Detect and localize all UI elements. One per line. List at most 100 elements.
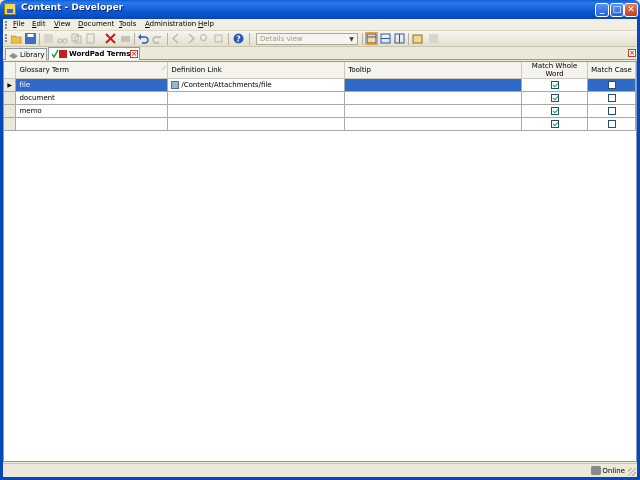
match-case-cell[interactable] — [587, 78, 636, 92]
match-whole-word-checkbox[interactable] — [550, 81, 559, 89]
tab-wordpad-terms[interactable]: WordPad Terms × — [48, 47, 140, 60]
window-title: Content - Developer — [21, 3, 124, 13]
match-case-cell[interactable] — [587, 117, 636, 131]
paste-icon[interactable] — [85, 33, 96, 44]
tooltip-cell[interactable] — [344, 78, 523, 92]
find-icon[interactable] — [199, 33, 210, 44]
glossary-term-cell[interactable]: file — [15, 78, 169, 92]
menu-view[interactable]: View — [54, 20, 71, 28]
layout-horizontal-icon[interactable] — [380, 33, 391, 44]
forward-icon[interactable] — [185, 33, 196, 44]
network-icon — [591, 466, 601, 475]
toolbar-separator — [39, 33, 40, 45]
row-header[interactable] — [4, 104, 17, 118]
menu-tools[interactable]: Tools — [119, 20, 136, 28]
menu-administration[interactable]: Administration — [145, 20, 196, 28]
row-header[interactable] — [4, 91, 17, 105]
menu-file[interactable]: File — [13, 20, 25, 28]
menu-help[interactable]: Help — [198, 20, 214, 28]
svg-text:?: ? — [236, 35, 241, 44]
toolbar-grip-icon[interactable] — [5, 34, 7, 42]
toolbar: ? Details view ▼ — [3, 31, 637, 47]
match-case-cell[interactable] — [587, 91, 636, 105]
tab-strip: Library WordPad Terms × — [3, 47, 637, 60]
definition-link-cell[interactable] — [167, 91, 346, 105]
preview-icon[interactable] — [412, 33, 423, 44]
column-header-definition-link[interactable]: Definition Link — [167, 62, 346, 79]
redo-icon[interactable] — [152, 33, 163, 44]
column-header-match-whole-word[interactable]: Match Whole Word — [521, 62, 588, 79]
cut-icon[interactable] — [57, 33, 68, 44]
menu-edit[interactable]: Edit — [32, 20, 46, 28]
match-whole-word-cell[interactable] — [521, 104, 588, 118]
tooltip-cell[interactable] — [344, 117, 523, 131]
back-icon[interactable] — [171, 33, 182, 44]
match-whole-word-checkbox[interactable] — [550, 107, 559, 115]
match-case-checkbox[interactable] — [607, 120, 616, 128]
glossary-term-cell[interactable] — [15, 117, 169, 131]
match-case-checkbox[interactable] — [607, 107, 616, 115]
minimize-button[interactable]: _ — [595, 3, 609, 17]
row-pointer-icon[interactable]: ▶ — [4, 78, 17, 92]
title-bar[interactable]: Content - Developer _ □ ✕ — [0, 0, 640, 19]
close-tab-icon[interactable]: × — [130, 50, 138, 58]
match-whole-word-cell[interactable] — [521, 117, 588, 131]
table-row[interactable]: memo — [4, 104, 636, 118]
delete-icon[interactable] — [105, 33, 116, 44]
tooltip-cell[interactable] — [344, 104, 523, 118]
table-row-new[interactable] — [4, 117, 636, 131]
match-whole-word-cell[interactable] — [521, 91, 588, 105]
row-header[interactable] — [4, 117, 17, 131]
column-header-match-case[interactable]: Match Case — [587, 62, 636, 79]
toolbar-separator — [249, 33, 250, 45]
chevron-down-icon[interactable]: ▼ — [347, 35, 356, 44]
match-case-checkbox[interactable] — [607, 81, 616, 89]
definition-link-cell[interactable]: /Content/Attachments/file — [167, 78, 346, 92]
replace-icon[interactable] — [213, 33, 224, 44]
save-icon[interactable] — [25, 33, 36, 44]
glossary-term-cell[interactable]: document — [15, 91, 169, 105]
tab-library-label: Library — [20, 51, 45, 59]
glossary-table: Glossary Term ⁄ Definition Link Tooltip M… — [4, 62, 636, 131]
toolbar-separator — [408, 33, 409, 45]
export-icon[interactable] — [428, 33, 439, 44]
definition-link-cell[interactable] — [167, 104, 346, 118]
view-select[interactable]: Details view ▼ — [256, 33, 358, 45]
column-header-tooltip[interactable]: Tooltip — [344, 62, 523, 79]
tooltip-cell[interactable] — [344, 91, 523, 105]
match-whole-word-checkbox[interactable] — [550, 120, 559, 128]
match-whole-word-checkbox[interactable] — [550, 94, 559, 102]
connection-status: Online — [602, 467, 625, 475]
layout-vertical-icon[interactable] — [394, 33, 405, 44]
view-select-value: Details view — [260, 35, 303, 43]
table-row[interactable]: document — [4, 91, 636, 105]
glossary-term-cell[interactable]: memo — [15, 104, 169, 118]
header-row: Glossary Term ⁄ Definition Link Tooltip M… — [4, 62, 636, 79]
library-icon — [9, 53, 18, 59]
definition-link-cell[interactable] — [167, 117, 346, 131]
column-header-label: Match Whole Word — [531, 62, 578, 78]
properties-icon[interactable] — [43, 33, 54, 44]
link-icon — [171, 81, 180, 89]
open-folder-icon[interactable] — [11, 33, 22, 44]
menu-grip-icon[interactable] — [5, 21, 7, 29]
toolbar-separator — [167, 33, 168, 45]
match-case-cell[interactable] — [587, 104, 636, 118]
menu-document[interactable]: Document — [78, 20, 114, 28]
layout-details-icon[interactable] — [365, 32, 378, 45]
close-panel-icon[interactable]: × — [628, 49, 636, 57]
print-icon[interactable] — [120, 33, 131, 44]
maximize-button[interactable]: □ — [610, 3, 624, 17]
table-row[interactable]: ▶ file /Content/Attachments/file — [4, 78, 636, 92]
resize-grip-icon[interactable] — [628, 468, 636, 476]
undo-icon[interactable] — [138, 33, 149, 44]
tab-library[interactable]: Library — [5, 48, 47, 60]
help-icon[interactable]: ? — [233, 33, 244, 44]
close-button[interactable]: ✕ — [624, 3, 638, 17]
match-case-checkbox[interactable] — [607, 94, 616, 102]
match-whole-word-cell[interactable] — [521, 78, 588, 92]
tab-wordpad-terms-label: WordPad Terms — [69, 50, 131, 58]
toolbar-separator — [362, 33, 363, 45]
column-header-glossary-term[interactable]: Glossary Term ⁄ — [15, 62, 169, 79]
copy-icon[interactable] — [71, 33, 82, 44]
